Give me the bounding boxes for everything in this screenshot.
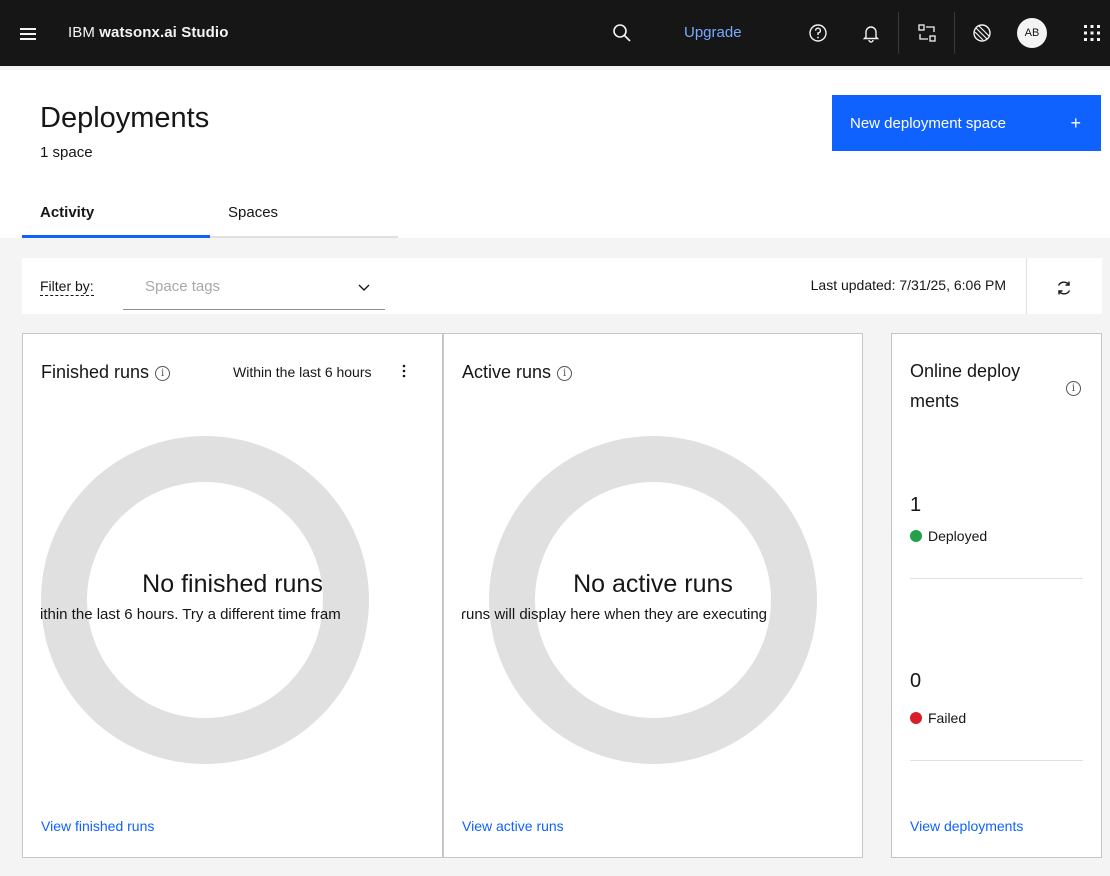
no-finished-runs-title: No finished runs (142, 570, 323, 598)
active-runs-card: Active runs i No active runs ɾuns will di… (443, 333, 863, 858)
page-title: Deployments (40, 102, 210, 134)
last-updated-text: Last updated: 7/31/25, 6:06 PM (810, 277, 1006, 293)
space-tags-dropdown[interactable]: Space tags (123, 266, 385, 310)
online-deployments-card: Online deploy ments i 1 Deployed 0 Faile… (891, 333, 1102, 858)
switch-account-icon[interactable] (911, 17, 943, 49)
search-icon[interactable] (606, 17, 638, 49)
error-circle-icon (910, 712, 922, 724)
product-title[interactable]: IBM watsonx.ai Studio (68, 24, 228, 41)
user-avatar[interactable]: AB (1017, 18, 1047, 48)
filter-bar: Filter by: Space tags Last updated: 7/31… (22, 258, 1102, 314)
online-deployments-title-line2: ments (910, 391, 960, 411)
new-deployment-space-label: New deployment space (850, 114, 1006, 132)
help-icon[interactable] (802, 17, 834, 49)
deployed-count: 1 (910, 494, 922, 516)
active-runs-title-text: Active runs (462, 362, 552, 382)
failed-count: 0 (910, 670, 922, 692)
brand-prefix: IBM (68, 24, 95, 41)
refresh-icon[interactable] (1052, 276, 1076, 300)
stat-divider (910, 578, 1083, 579)
app-switcher-icon[interactable] (1076, 17, 1108, 49)
no-active-runs-message: ɾuns will display here when they are exe… (461, 606, 767, 623)
brand-product: watsonx.ai Studio (99, 24, 229, 41)
upgrade-link[interactable]: Upgrade (684, 24, 742, 41)
finished-runs-title: Finished runs i (41, 362, 171, 383)
deployed-label: Deployed (928, 528, 988, 544)
page-subtitle: 1 space (40, 144, 93, 161)
active-runs-title: Active runs i (462, 362, 573, 383)
no-active-runs-title: No active runs (573, 570, 733, 598)
deployed-status: Deployed (910, 528, 987, 544)
overflow-menu-icon[interactable] (401, 362, 407, 385)
finished-runs-title-text: Finished runs (41, 362, 150, 382)
header-divider (898, 12, 899, 54)
info-icon[interactable]: i (557, 365, 573, 381)
refresh-divider (1026, 258, 1027, 314)
top-nav-bar: IBM watsonx.ai Studio Upgrade AB (0, 0, 1110, 66)
view-deployments-link[interactable]: View deployments (910, 818, 1023, 834)
failed-status: Failed (910, 710, 966, 726)
checkmark-circle-icon (910, 530, 922, 542)
plus-icon: + (1070, 113, 1081, 133)
filter-label: Filter by: (40, 278, 94, 296)
space-tags-placeholder: Space tags (145, 278, 221, 295)
new-deployment-space-button[interactable]: New deployment space + (832, 95, 1101, 151)
stat-divider (910, 760, 1083, 761)
info-icon[interactable]: i (155, 365, 171, 381)
view-finished-runs-link[interactable]: View finished runs (41, 818, 154, 834)
failed-label: Failed (928, 710, 967, 726)
region-globe-icon[interactable] (966, 17, 998, 49)
info-icon[interactable]: i (1066, 381, 1081, 396)
view-active-runs-link[interactable]: View active runs (462, 818, 564, 834)
tab-activity[interactable]: Activity (40, 204, 94, 221)
online-deployments-title: Online deploy ments (910, 356, 1020, 416)
active-tab-indicator (22, 235, 210, 238)
tab-spaces[interactable]: Spaces (228, 204, 278, 221)
active-runs-donut (489, 436, 817, 764)
hamburger-menu-icon[interactable] (20, 28, 38, 40)
tab-underline (210, 236, 398, 238)
chevron-down-icon (357, 280, 371, 299)
finished-runs-card: Finished runs i Within the last 6 hours N… (22, 333, 443, 858)
notification-bell-icon[interactable] (855, 17, 887, 49)
time-range-label[interactable]: Within the last 6 hours (233, 364, 372, 380)
header-divider (954, 12, 955, 54)
finished-runs-donut (41, 436, 369, 764)
no-finished-runs-message: ithin the last 6 hours. Try a different … (40, 606, 341, 623)
online-deployments-title-line1: Online deploy (910, 361, 1021, 381)
